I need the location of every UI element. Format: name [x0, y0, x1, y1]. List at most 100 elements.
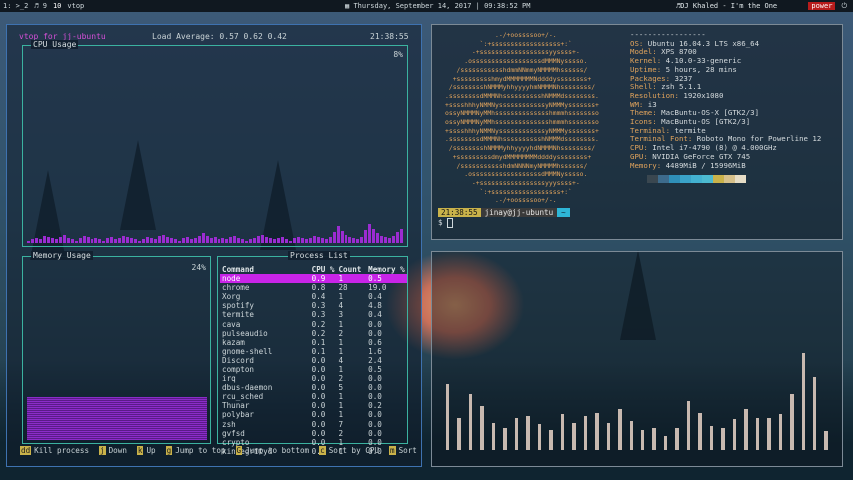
- ascii-line: /sssssssshNMMMyhhyyyyhdNMMMNhssssssss/: [445, 144, 596, 153]
- key-action: Sort by CPU: [328, 446, 379, 455]
- process-row[interactable]: Thunar 0.0 1 0.2: [220, 401, 407, 410]
- process-row[interactable]: chrome 0.8 28 19.0: [220, 283, 407, 292]
- cpu-history-bar: [181, 238, 185, 243]
- cpu-history-bar: [126, 237, 130, 243]
- process-row[interactable]: irq 0.0 2 0.0: [220, 374, 407, 383]
- column-header[interactable]: Command: [220, 265, 310, 274]
- process-count: 4: [338, 301, 344, 311]
- cpu-history-bar: [102, 240, 106, 243]
- cava-visualizer[interactable]: [431, 251, 843, 467]
- cpu-history-bar: [245, 240, 249, 243]
- key-action: Sort: [398, 446, 417, 455]
- process-cpu: 0.3: [311, 310, 326, 320]
- cpu-history-bar: [189, 239, 193, 243]
- process-count: 7: [338, 419, 344, 429]
- cpu-history-bar: [62, 234, 66, 243]
- info-key: Model:: [630, 47, 657, 57]
- cpu-history-bar: [197, 235, 201, 243]
- spectrum-bar: [618, 409, 622, 450]
- power-badge[interactable]: power: [808, 2, 836, 10]
- process-row[interactable]: spotify 0.3 4 4.8: [220, 301, 407, 310]
- info-value: Intel i7-4790 (8) @ 4.000GHz: [647, 143, 777, 153]
- info-key: WM:: [630, 99, 644, 109]
- spectrum-bar: [446, 384, 450, 450]
- cpu-history-bar: [384, 237, 388, 243]
- cpu-history-bar: [233, 235, 237, 243]
- process-row[interactable]: pulseaudio 0.2 2 0.0: [220, 329, 407, 338]
- keybinding-footer: dd Kill process j Down k Up g Jump to top G Jump …: [20, 446, 417, 455]
- process-row[interactable]: Xorg 0.4 1 0.4: [220, 292, 407, 301]
- cpu-history-bar: [229, 237, 233, 243]
- cpu-history-bar: [237, 238, 241, 243]
- process-row[interactable]: dbus-daemon 0.0 5 0.0: [220, 383, 407, 392]
- prompt-time: 21:38:55: [438, 208, 481, 217]
- cpu-history-bar: [372, 228, 376, 243]
- cpu-history-bar: [400, 228, 404, 243]
- process-count: 1: [338, 337, 344, 347]
- cpu-history-bar: [90, 239, 94, 243]
- cpu-percent: 8%: [393, 50, 403, 59]
- neofetch-terminal[interactable]: .-/+oossssoo+/-. `:+ssssssssssssssssss+:…: [431, 24, 843, 240]
- process-command: termite: [222, 310, 255, 320]
- cpu-history-bar: [70, 239, 74, 243]
- workspace-9[interactable]: ♬ 9: [31, 2, 50, 10]
- info-key: Shell:: [630, 82, 657, 92]
- spectrum-bar: [778, 414, 783, 450]
- process-row[interactable]: zsh 0.0 7 0.0: [220, 420, 407, 429]
- info-key: Kernel:: [630, 56, 662, 66]
- process-count: 5: [338, 383, 344, 393]
- process-memory: 0.6: [368, 337, 382, 347]
- process-row[interactable]: kazam 0.1 1 0.6: [220, 338, 407, 347]
- spectrum-bar: [640, 430, 645, 450]
- spectrum-bar: [526, 416, 530, 450]
- spectrum-bar: [686, 401, 691, 450]
- spectrum-bar: [801, 353, 805, 450]
- cursor: [447, 218, 454, 228]
- process-row[interactable]: rcu_sched 0.0 1 0.0: [220, 392, 407, 401]
- cpu-history-bar: [281, 237, 284, 243]
- load-average: Load Average: 0.57 0.62 0.42: [152, 32, 287, 41]
- process-row[interactable]: compton 0.0 1 0.5: [220, 365, 407, 374]
- power-icon[interactable]: ⏻: [841, 2, 847, 11]
- spectrum-bar: [698, 413, 702, 450]
- process-command: gvfsd: [222, 428, 245, 438]
- key-label: G: [235, 446, 243, 455]
- process-table: Command CPU % Count Memory % node 0.9 1 0.5…: [220, 265, 407, 456]
- ascii-line: +sssshhhyNMMNyssssssssssssyNMMMysssssss+: [445, 100, 599, 109]
- workspace-10[interactable]: 10: [50, 2, 64, 10]
- cpu-history-bar: [288, 240, 292, 243]
- process-memory: 0.5: [368, 364, 382, 374]
- command-input[interactable]: $: [438, 218, 454, 228]
- process-count: 1: [338, 319, 344, 329]
- process-cpu: 0.9: [309, 274, 337, 284]
- cpu-history-bar: [277, 238, 280, 243]
- process-row[interactable]: Discord 0.0 4 2.4: [220, 356, 407, 365]
- ascii-line: .ossssssssssssssssssdMMMNysssso.: [445, 170, 588, 179]
- process-command: cava: [222, 319, 241, 329]
- process-row[interactable]: node 0.9 1 0.5: [220, 274, 407, 284]
- column-header[interactable]: CPU %: [310, 265, 337, 274]
- now-playing[interactable]: ♬DJ Khaled - I'm the One: [676, 2, 777, 10]
- cpu-history-bar: [150, 238, 153, 243]
- keybinding-3: g Jump to top: [165, 446, 226, 455]
- cpu-history-bar: [46, 237, 50, 243]
- column-header[interactable]: Memory %: [366, 265, 407, 274]
- vtop-time: 21:38:55: [370, 32, 409, 41]
- vtop-terminal[interactable]: vtop for jj-ubuntu Load Average: 0.57 0.…: [6, 24, 422, 467]
- info-value: NVIDIA GeForce GTX 745: [647, 151, 751, 161]
- process-row[interactable]: cava 0.2 1 0.0: [220, 319, 407, 329]
- info-value: 3237: [670, 73, 693, 83]
- column-header[interactable]: Count: [336, 265, 366, 274]
- process-row[interactable]: gnome-shell 0.1 1 1.6: [220, 347, 407, 356]
- process-cpu: 0.0: [311, 419, 326, 429]
- workspace-1[interactable]: 1: >_2: [0, 2, 31, 10]
- process-memory: 2.4: [368, 355, 382, 365]
- process-row[interactable]: polybar 0.0 1 0.0: [220, 410, 407, 419]
- process-row[interactable]: termite 0.3 3 0.4: [220, 310, 407, 319]
- process-memory: 0.4: [368, 292, 382, 302]
- process-memory: 0.0: [368, 383, 382, 393]
- memory-graph: [27, 397, 207, 440]
- process-cpu: 0.2: [311, 328, 326, 338]
- prompt-user: jinay@jj-ubuntu: [480, 208, 558, 217]
- process-row[interactable]: gvfsd 0.0 2 0.0: [220, 429, 407, 438]
